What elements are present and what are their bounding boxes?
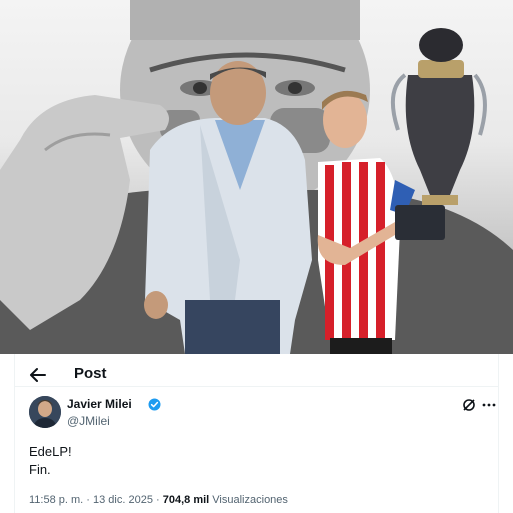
header-divider xyxy=(15,386,498,387)
post-card: Post Javier Milei @JMilei EdeLP! Fin. 11… xyxy=(14,354,499,513)
trophy xyxy=(390,28,487,240)
post-text-line: EdeLP! xyxy=(29,444,72,459)
meta-separator: · xyxy=(86,494,90,506)
post-image-collage xyxy=(0,0,513,354)
post-image[interactable] xyxy=(0,0,513,354)
views-label: Visualizaciones xyxy=(212,494,288,506)
post-time[interactable]: 11:58 p. m. xyxy=(29,494,83,506)
meta-separator: · xyxy=(156,494,160,506)
verified-badge-icon xyxy=(148,398,161,411)
author-name[interactable]: Javier Milei xyxy=(67,397,132,411)
post-text-line: Fin. xyxy=(29,462,51,477)
grok-icon[interactable] xyxy=(462,398,476,412)
page-title: Post xyxy=(74,365,107,382)
post-text: EdeLP! Fin. xyxy=(29,443,72,479)
more-horizontal-icon[interactable] xyxy=(481,398,497,412)
post-header: Post xyxy=(15,354,498,394)
arrow-left-icon[interactable] xyxy=(29,366,47,384)
post-date[interactable]: 13 dic. 2025 xyxy=(93,494,153,506)
views-count: 704,8 mil xyxy=(162,494,210,506)
avatar[interactable] xyxy=(29,396,61,428)
author-handle[interactable]: @JMilei xyxy=(67,414,110,428)
post-meta: 11:58 p. m. · 13 dic. 2025 · 704,8 mil V… xyxy=(29,494,288,506)
